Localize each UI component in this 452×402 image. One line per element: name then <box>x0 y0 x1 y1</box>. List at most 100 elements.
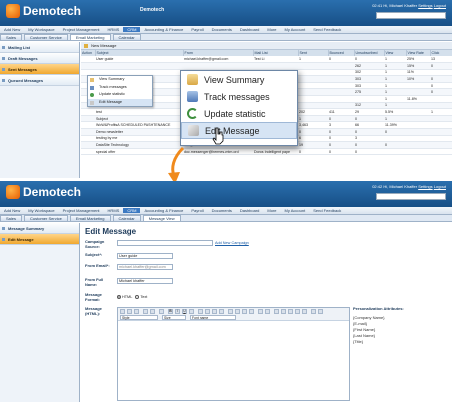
row-action-cell[interactable] <box>81 56 95 64</box>
menu-crm[interactable]: CRM <box>123 208 141 213</box>
table-row[interactable]: special offer doc.messenger@hermes-mtm.or… <box>81 148 452 156</box>
row-action-cell[interactable] <box>81 108 95 116</box>
tab-email-marketing[interactable]: Email Marketing <box>69 34 111 40</box>
menu-workspace[interactable]: My Workspace <box>24 27 58 32</box>
undo-icon[interactable] <box>143 309 148 314</box>
sidebar-item-sent[interactable]: Sent Messages <box>0 64 79 75</box>
row-action-cell[interactable] <box>81 128 95 136</box>
strike-icon[interactable] <box>189 309 194 314</box>
bg-color-icon[interactable] <box>318 309 323 314</box>
bold-icon[interactable]: B <box>168 309 173 314</box>
tag-title[interactable]: {Title} <box>353 339 448 345</box>
tab-message-view[interactable]: Message View <box>142 215 181 221</box>
row-action-cell[interactable] <box>81 62 95 70</box>
menu-account[interactable]: My Account <box>281 208 310 213</box>
align-left-icon[interactable] <box>228 309 233 314</box>
font-select[interactable]: Font name <box>190 315 236 320</box>
table-row[interactable]: 262 1 15% 0 <box>81 62 452 70</box>
menu-feedback[interactable]: Send Feedback <box>309 27 345 32</box>
underline-icon[interactable]: U <box>182 309 187 314</box>
zoom-update-statistic[interactable]: Update statistic <box>181 105 297 122</box>
indent-icon[interactable] <box>219 309 224 314</box>
text-color-icon[interactable] <box>311 309 316 314</box>
row-action-cell[interactable] <box>81 121 95 130</box>
campaign-select[interactable] <box>117 240 213 246</box>
rule-icon[interactable] <box>288 309 293 314</box>
menu-accounting[interactable]: Accounting & Finance <box>140 208 187 213</box>
row-action-cell[interactable] <box>81 148 95 156</box>
logout-link[interactable]: Logout <box>434 3 446 8</box>
align-center-icon[interactable] <box>235 309 240 314</box>
menu-more[interactable]: More <box>263 208 280 213</box>
html-radio[interactable] <box>117 295 121 299</box>
zoom-track-messages[interactable]: Track messages <box>181 88 297 105</box>
ctx-track-messages[interactable]: Track messages <box>88 84 152 92</box>
menu-project[interactable]: Project Management <box>59 27 104 32</box>
from-email-field[interactable]: michael.khaffer@gmail.com <box>117 264 173 270</box>
logout-link-2[interactable]: Logout <box>434 184 446 189</box>
tab-calendar[interactable]: Calendar <box>112 34 141 40</box>
cut-icon[interactable] <box>127 309 132 314</box>
menu-documents[interactable]: Documents <box>208 27 236 32</box>
menu-add-new[interactable]: Add New <box>0 208 24 213</box>
zoom-view-summary[interactable]: View Summary <box>181 71 297 88</box>
menu-dashboard[interactable]: Dashboard <box>236 27 264 32</box>
smiley-icon[interactable] <box>295 309 300 314</box>
row-action-cell[interactable] <box>81 141 95 149</box>
from-name-field[interactable]: Michael khaffer <box>117 278 173 284</box>
justify-icon[interactable] <box>249 309 254 314</box>
image-icon[interactable] <box>274 309 279 314</box>
menu-payroll[interactable]: Payroll <box>187 27 207 32</box>
ctx-edit-message[interactable]: Edit Message <box>88 98 152 106</box>
menu-more[interactable]: More <box>263 27 280 32</box>
search-input-2[interactable] <box>376 193 446 200</box>
copy-icon[interactable] <box>134 309 139 314</box>
sidebar-item-mailing-list[interactable]: Mailing List <box>0 42 79 53</box>
row-action-cell[interactable] <box>81 135 95 143</box>
sidebar-item-edit-message[interactable]: Edit Message <box>0 234 79 245</box>
tab-customer-service[interactable]: Customer Service <box>24 34 68 40</box>
bullet-list-icon[interactable] <box>205 309 210 314</box>
style-select[interactable]: Style <box>120 315 158 320</box>
link-icon[interactable] <box>258 309 263 314</box>
redo-icon[interactable] <box>150 309 155 314</box>
menu-workspace[interactable]: My Workspace <box>24 208 58 213</box>
tab-sales[interactable]: Sales <box>0 34 23 40</box>
ctx-view-summary[interactable]: View Summary <box>88 76 152 84</box>
outdent-icon[interactable] <box>212 309 217 314</box>
ordered-list-icon[interactable] <box>198 309 203 314</box>
menu-add-new[interactable]: Add New <box>0 27 24 32</box>
tab-email-marketing[interactable]: Email Marketing <box>69 215 111 221</box>
table-row[interactable]: User guide michael.khaffer@gmail.com Test … <box>81 56 452 64</box>
settings-link-2[interactable]: Settings <box>418 184 432 189</box>
align-right-icon[interactable] <box>242 309 247 314</box>
tab-sales[interactable]: Sales <box>0 215 23 221</box>
size-select[interactable]: Size <box>162 315 186 320</box>
settings-link[interactable]: Settings <box>418 3 432 8</box>
menu-feedback[interactable]: Send Feedback <box>309 208 345 213</box>
menu-dashboard[interactable]: Dashboard <box>236 208 264 213</box>
row-action-cell[interactable] <box>81 115 95 123</box>
menu-project[interactable]: Project Management <box>59 208 104 213</box>
text-radio[interactable] <box>135 295 140 299</box>
source-icon[interactable] <box>120 309 125 314</box>
remove-format-icon[interactable] <box>159 309 164 314</box>
menu-payroll[interactable]: Payroll <box>187 208 207 213</box>
new-message-button[interactable]: New Message <box>91 43 116 48</box>
add-campaign-link[interactable]: Add New Campaign <box>215 241 249 245</box>
editor-body[interactable] <box>118 321 349 400</box>
menu-documents[interactable]: Documents <box>208 208 236 213</box>
ctx-update-statistic[interactable]: Update statistic <box>88 91 152 99</box>
italic-icon[interactable]: I <box>175 309 180 314</box>
menu-accounting[interactable]: Accounting & Finance <box>140 27 187 32</box>
menu-account[interactable]: My Account <box>281 27 310 32</box>
unlink-icon[interactable] <box>265 309 270 314</box>
sidebar-item-draft[interactable]: Draft Messages <box>0 53 79 64</box>
sidebar-item-message-summary[interactable]: Message Summary <box>0 223 79 234</box>
table-icon[interactable] <box>281 309 286 314</box>
special-char-icon[interactable] <box>302 309 307 314</box>
tab-calendar[interactable]: Calendar <box>112 215 141 221</box>
subject-field[interactable]: User guide <box>117 253 173 259</box>
menu-hrms[interactable]: HRMS <box>104 27 124 32</box>
tab-customer-service[interactable]: Customer Service <box>24 215 68 221</box>
